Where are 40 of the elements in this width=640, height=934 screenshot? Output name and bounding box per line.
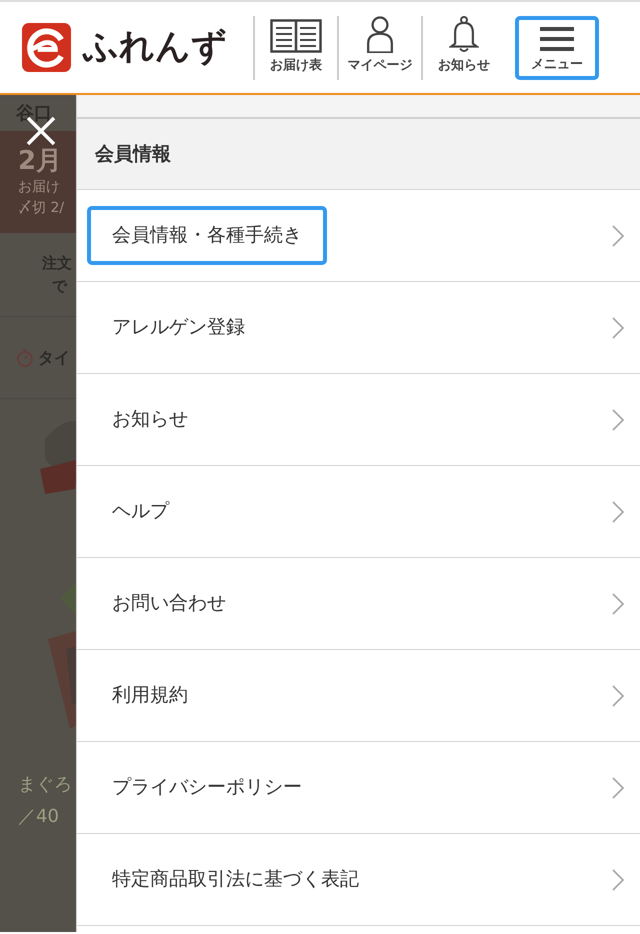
menu-item-label: 利用規約: [111, 683, 189, 708]
chevron-right-icon: [612, 776, 624, 798]
menu-item[interactable]: アレルゲン登録: [77, 282, 640, 374]
section-header: 会員情報: [77, 119, 640, 190]
menu-item[interactable]: プライバシーポリシー: [77, 742, 640, 834]
product-price: ／40: [18, 805, 60, 829]
menu-item[interactable]: 特定商品取引法に基づく表記: [77, 834, 640, 926]
menu-item[interactable]: ヘルプ: [77, 466, 640, 558]
nav-button[interactable]: お知らせ: [421, 16, 505, 80]
deadline-text: 〆切 2/: [18, 199, 66, 218]
book-icon: [270, 19, 322, 53]
menu-item-label: ヘルプ: [111, 499, 170, 524]
menu-item-label: お問い合わせ: [111, 591, 227, 616]
chevron-right-icon: [612, 868, 624, 890]
chevron-right-icon: [612, 316, 624, 338]
product-name: まぐろ: [18, 773, 73, 797]
nav-button[interactable]: メニュー: [515, 16, 599, 80]
menu-icon: [540, 26, 574, 52]
person-icon: [366, 16, 394, 53]
menu-item-label: お知らせ: [111, 407, 189, 432]
menu-item[interactable]: 会員情報・各種手続き: [77, 190, 640, 282]
menu-item-label: 特定商品取引法に基づく表記: [111, 867, 360, 892]
menu-item[interactable]: 利用規約: [77, 650, 640, 742]
logo-icon: [22, 23, 71, 72]
delivery-label: お届け: [18, 178, 61, 197]
bell-icon: [449, 16, 479, 53]
menu-item-label: 会員情報・各種手続き: [87, 206, 327, 265]
chevron-right-icon: [612, 684, 624, 706]
menu-item[interactable]: お知らせ: [77, 374, 640, 466]
nav-button[interactable]: マイページ: [337, 16, 421, 80]
logo-text: ふれんず: [83, 26, 228, 70]
chevron-right-icon: [612, 500, 624, 522]
chevron-right-icon: [612, 224, 624, 246]
menu-item-label: アレルゲン登録: [111, 315, 246, 340]
menu-item-label: プライバシーポリシー: [111, 775, 303, 800]
chevron-right-icon: [612, 592, 624, 614]
chevron-right-icon: [612, 408, 624, 430]
nav-button[interactable]: お届け表: [253, 16, 337, 80]
deadline-month: 2月: [18, 145, 64, 177]
menu-item[interactable]: お問い合わせ: [77, 558, 640, 650]
